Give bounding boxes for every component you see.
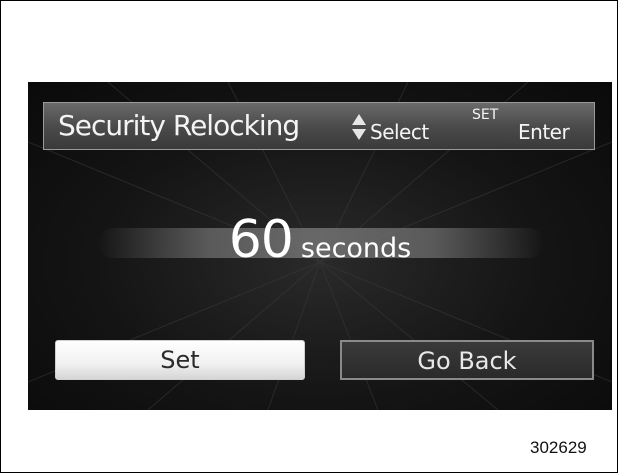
screen-title: Security Relocking: [58, 109, 300, 142]
relock-time-unit: seconds: [300, 233, 412, 264]
screen-header: Security Relocking Select SET Enter: [43, 102, 595, 150]
set-key-label: SET: [472, 107, 499, 123]
up-down-arrows-icon: [352, 114, 366, 140]
go-back-button[interactable]: Go Back: [340, 340, 594, 380]
select-hint: Select: [370, 120, 429, 144]
figure-number: 302629: [530, 438, 587, 457]
relock-time-value[interactable]: 60 seconds: [28, 208, 612, 272]
set-button[interactable]: Set: [55, 340, 305, 380]
enter-hint: Enter: [518, 120, 570, 144]
display-screen: Security Relocking Select SET Enter 60 se…: [28, 82, 612, 410]
relock-time-number: 60: [228, 210, 294, 270]
